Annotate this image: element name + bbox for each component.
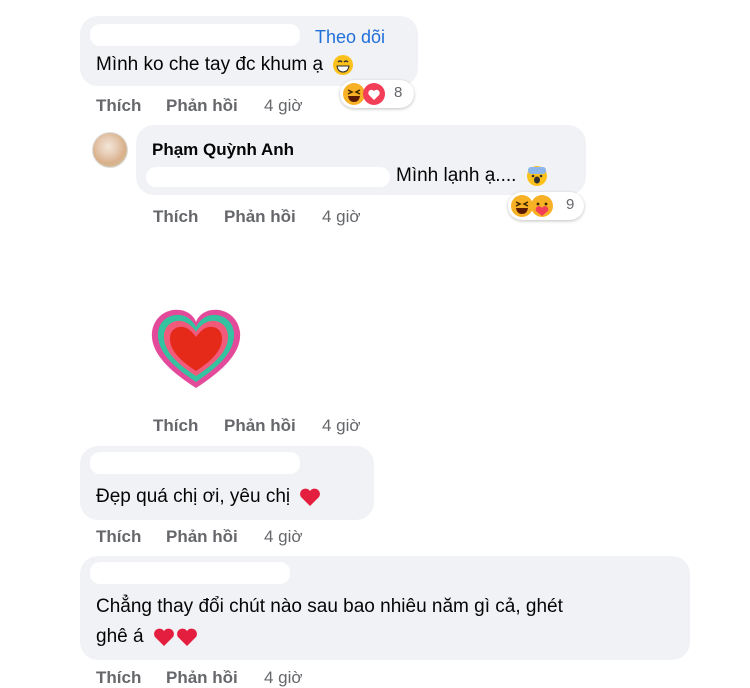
comment-bubble: Phạm Quỳnh Anh Mình lạnh ạ.... [136,125,586,195]
timestamp[interactable]: 4 giờ [264,527,303,547]
redacted-name [90,562,290,584]
redacted-mention [146,167,390,187]
like-button[interactable]: Thích [153,416,198,436]
author-name[interactable]: Phạm Quỳnh Anh [152,140,294,160]
reply-button[interactable]: Phản hồi [166,96,238,116]
red-heart-emoji-icon [176,628,197,646]
comment-bubble: Đẹp quá chị ơi, yêu chị [80,446,374,520]
reply-button[interactable]: Phản hồi [224,416,296,436]
reply-button[interactable]: Phản hồi [166,527,238,547]
redacted-name [90,452,300,474]
reply-button[interactable]: Phản hồi [166,668,238,688]
heart-reaction-icon [363,83,385,105]
comment-text-line-2: ghê á [96,624,198,650]
care-emoji-icon [531,195,553,217]
red-heart-emoji-icon [300,488,321,506]
reaction-summary[interactable]: 9 [508,192,584,220]
grinning-emoji-icon [333,54,354,75]
reply-button[interactable]: Phản hồi [224,207,296,227]
timestamp[interactable]: 4 giờ [322,416,361,436]
reaction-count: 8 [394,84,403,101]
like-button[interactable]: Thích [153,207,198,227]
comment-text: Mình lạnh ạ.... [396,163,548,189]
cold-face-emoji-icon [526,165,547,186]
comment-bubble: Theo dõi Mình ko che tay đc khum ạ [80,16,418,86]
like-button[interactable]: Thích [96,96,141,116]
comment-text: Đẹp quá chị ơi, yêu chị [96,484,321,510]
follow-link[interactable]: Theo dõi [315,27,385,48]
reaction-count: 9 [566,196,575,213]
reaction-summary[interactable]: 8 [340,80,414,108]
heart-sticker[interactable] [148,308,244,392]
red-heart-emoji-icon [153,628,174,646]
like-button[interactable]: Thích [96,668,141,688]
timestamp[interactable]: 4 giờ [322,207,361,227]
timestamp[interactable]: 4 giờ [264,668,303,688]
redacted-name [90,24,300,46]
comment-text: Mình ko che tay đc khum ạ [96,52,354,78]
comment-text-line-1: Chẳng thay đổi chút nào sau bao nhiêu nă… [96,596,563,617]
like-button[interactable]: Thích [96,527,141,547]
comment-bubble: Chẳng thay đổi chút nào sau bao nhiêu nă… [80,556,690,660]
avatar[interactable] [92,132,128,168]
timestamp[interactable]: 4 giờ [264,96,303,116]
